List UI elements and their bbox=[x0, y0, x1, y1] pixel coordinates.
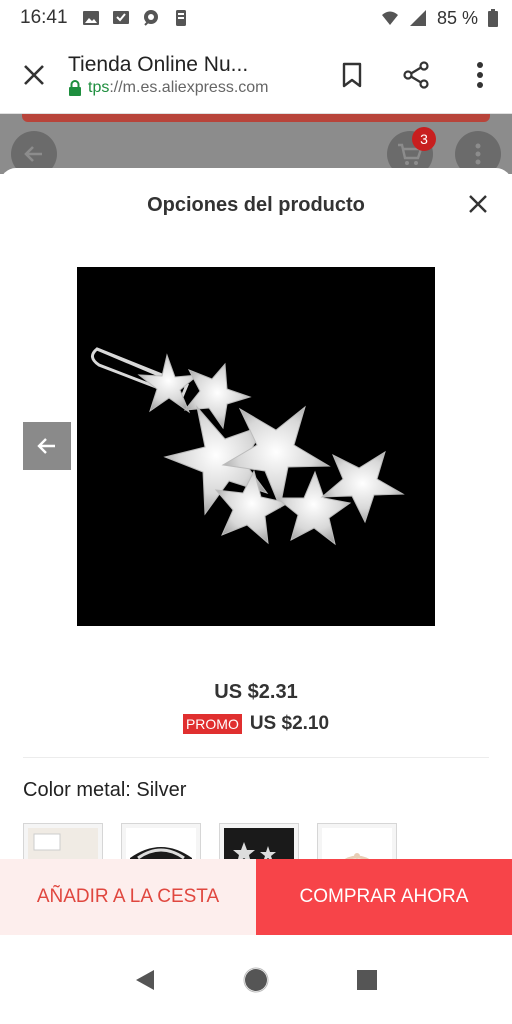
promo-price-line: PROMO US $2.10 bbox=[0, 713, 512, 735]
recents-square-icon bbox=[356, 970, 377, 990]
image-icon bbox=[82, 11, 99, 25]
page-title: Tienda Online Nu... bbox=[68, 52, 249, 76]
home-circle-icon bbox=[243, 967, 269, 993]
status-time: 16:41 bbox=[20, 7, 68, 28]
add-to-cart-button[interactable]: AÑADIR A LA CESTA bbox=[0, 859, 256, 935]
page-banner bbox=[22, 114, 490, 122]
close-icon bbox=[469, 195, 487, 213]
status-right: 85 % bbox=[381, 8, 498, 29]
bookmark-icon bbox=[342, 62, 362, 87]
signal-icon bbox=[409, 10, 426, 26]
star-hair-clip-image bbox=[91, 347, 405, 546]
product-price: US $2.31 bbox=[214, 681, 298, 703]
product-options-sheet: Opciones del producto US $2.31 PROMO US … bbox=[0, 168, 512, 936]
cart-count-badge: 3 bbox=[412, 127, 436, 151]
close-icon bbox=[24, 64, 44, 85]
arrow-left-icon bbox=[24, 146, 42, 162]
more-vertical-icon bbox=[475, 143, 481, 165]
url-scheme: tps bbox=[88, 78, 110, 96]
nav-home-button[interactable] bbox=[236, 960, 276, 1000]
back-triangle-icon bbox=[136, 970, 155, 990]
url-domain: ://m.es.aliexpress.com bbox=[109, 78, 269, 96]
nav-back-button[interactable] bbox=[125, 960, 165, 1000]
check-message-icon bbox=[112, 11, 129, 24]
browser-toolbar: Tienda Online Nu... tps://m.es.aliexpres… bbox=[0, 36, 512, 114]
url-text: tps://m.es.aliexpress.com bbox=[88, 79, 269, 97]
lock-icon bbox=[69, 79, 81, 96]
sheet-close-button[interactable] bbox=[462, 188, 494, 220]
color-option-label: Color metal: Silver bbox=[23, 779, 187, 801]
more-vertical-icon bbox=[477, 61, 483, 88]
battery-percent: 85 % bbox=[436, 7, 478, 28]
phone-icon bbox=[175, 10, 186, 26]
chat-icon bbox=[143, 10, 158, 26]
toolbar-actions bbox=[320, 36, 512, 114]
promo-price: US $2.10 bbox=[249, 713, 330, 734]
sheet-title: Opciones del producto bbox=[147, 194, 365, 216]
notification-icons bbox=[82, 9, 190, 27]
promo-badge: PROMO bbox=[182, 714, 242, 734]
url-line: tps://m.es.aliexpress.com bbox=[68, 79, 320, 97]
share-button[interactable] bbox=[384, 36, 448, 114]
nav-recents-button[interactable] bbox=[347, 960, 387, 1000]
more-options-button[interactable] bbox=[448, 36, 512, 114]
divider bbox=[23, 757, 489, 758]
status-bar: 16:41 85 % bbox=[0, 0, 512, 36]
action-bar: AÑADIR A LA CESTA COMPRAR AHORA bbox=[0, 859, 512, 935]
close-tab-button[interactable] bbox=[0, 36, 68, 114]
arrow-left-icon bbox=[37, 438, 55, 454]
gallery-previous-button[interactable] bbox=[23, 422, 71, 470]
share-icon bbox=[403, 60, 429, 89]
page-behind-overlay bbox=[0, 114, 512, 174]
battery-icon bbox=[488, 9, 498, 27]
url-area[interactable]: Tienda Online Nu... tps://m.es.aliexpres… bbox=[68, 53, 320, 97]
bookmark-button[interactable] bbox=[320, 36, 384, 114]
wifi-icon bbox=[381, 11, 398, 25]
buy-now-button[interactable]: COMPRAR AHORA bbox=[256, 859, 512, 935]
android-nav-bar bbox=[0, 936, 512, 1024]
product-image[interactable] bbox=[77, 267, 435, 626]
